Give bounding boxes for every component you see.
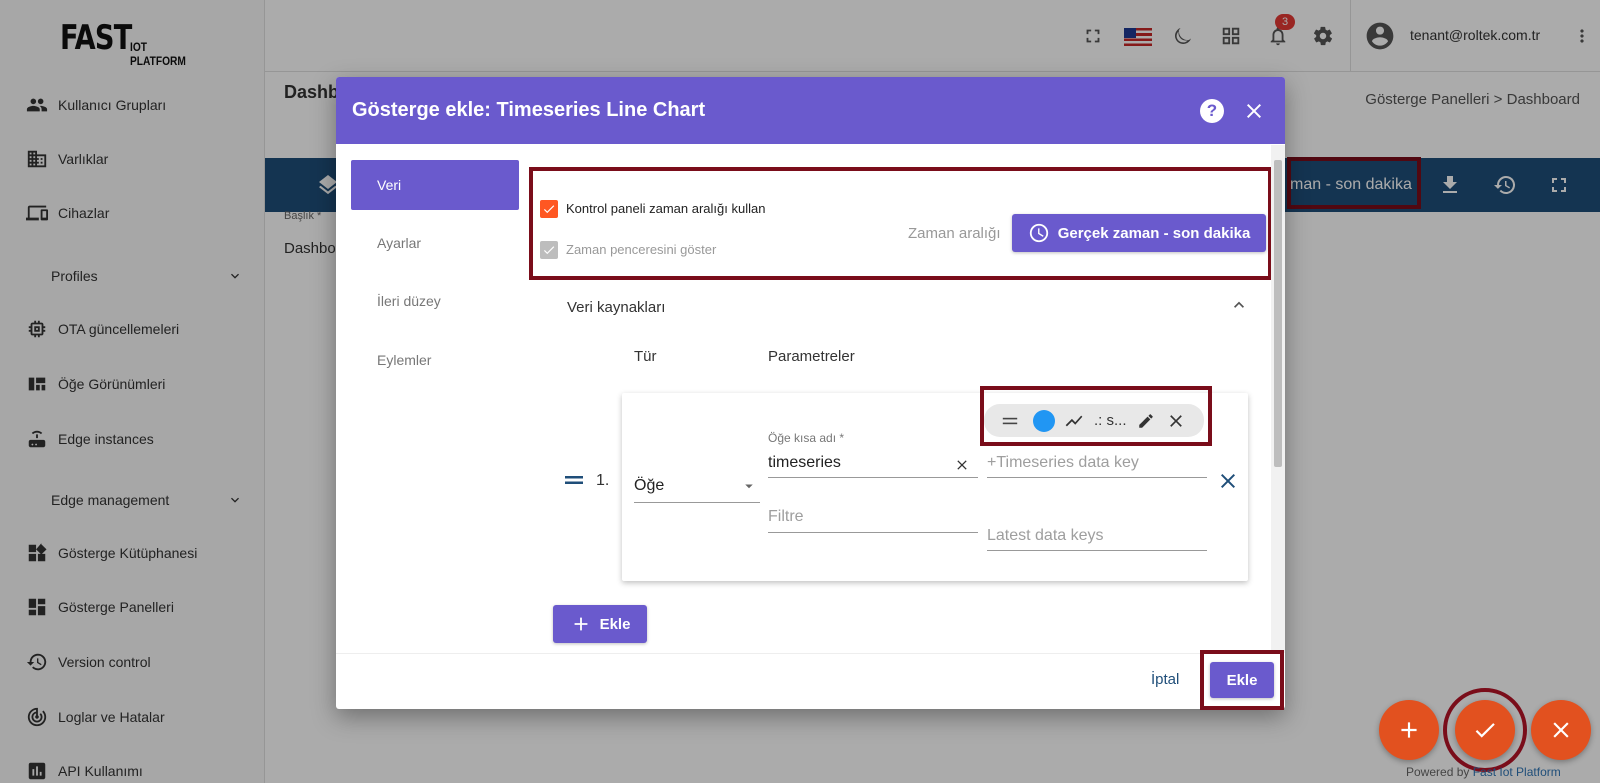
select-underline: [634, 502, 760, 503]
powered-brand[interactable]: Fast Iot Platform: [1473, 765, 1561, 779]
datasources-title: Veri kaynakları: [567, 299, 666, 316]
add-datasource-label: Ekle: [599, 615, 631, 633]
datasource-index: 1.: [596, 472, 610, 489]
filter-input[interactable]: Filtre: [768, 508, 804, 526]
drag-handle-icon[interactable]: [564, 473, 584, 487]
latest-keys-underline: [987, 550, 1207, 551]
alias-input[interactable]: timeseries: [768, 454, 841, 472]
dialog-title: Gösterge ekle: Timeseries Line Chart: [352, 99, 706, 121]
filter-underline: [768, 532, 978, 533]
help-icon[interactable]: ?: [1200, 99, 1224, 123]
decline-changes-fab[interactable]: [1531, 700, 1591, 760]
tab-actions[interactable]: Eylemler: [351, 335, 519, 385]
dropdown-arrow-icon[interactable]: [740, 477, 758, 495]
column-header-type: Tür: [634, 348, 657, 365]
scrollbar-thumb[interactable]: [1274, 160, 1282, 467]
column-header-params: Parametreler: [768, 348, 855, 365]
powered-prefix: Powered by: [1406, 765, 1473, 779]
add-widget-dialog: Gösterge ekle: Timeseries Line Chart ? V…: [336, 77, 1285, 710]
plus-icon: [574, 617, 587, 631]
remove-datasource-icon[interactable]: [1216, 469, 1240, 493]
tab-settings[interactable]: Ayarlar: [351, 218, 519, 268]
close-icon[interactable]: [1242, 99, 1266, 123]
timeseries-key-input[interactable]: +Timeseries data key: [987, 454, 1139, 472]
powered-by: Powered by Fast Iot Platform: [1406, 765, 1561, 779]
dialog-header: Gösterge ekle: Timeseries Line Chart ?: [336, 77, 1285, 144]
highlight-circle: [1443, 688, 1527, 772]
add-datasource-button[interactable]: Ekle: [553, 605, 647, 643]
tab-data[interactable]: Veri: [351, 160, 519, 210]
chevron-up-icon[interactable]: [1229, 295, 1249, 315]
highlight-box: [1200, 650, 1284, 710]
latest-keys-input[interactable]: Latest data keys: [987, 527, 1104, 545]
datasource-type-select[interactable]: Öğe: [634, 477, 664, 495]
alias-underline: [768, 477, 978, 478]
highlight-box: [980, 386, 1212, 446]
add-widget-fab[interactable]: [1379, 700, 1439, 760]
timeseries-key-underline: [987, 477, 1207, 478]
highlight-box: [529, 167, 1272, 280]
clear-icon[interactable]: [954, 457, 970, 473]
alias-label: Öğe kısa adı *: [768, 431, 845, 445]
dialog-scrollbar[interactable]: [1271, 145, 1285, 653]
divider: [336, 653, 1271, 654]
tab-advanced[interactable]: İleri düzey: [351, 276, 519, 326]
cancel-button[interactable]: İptal: [1151, 671, 1179, 688]
